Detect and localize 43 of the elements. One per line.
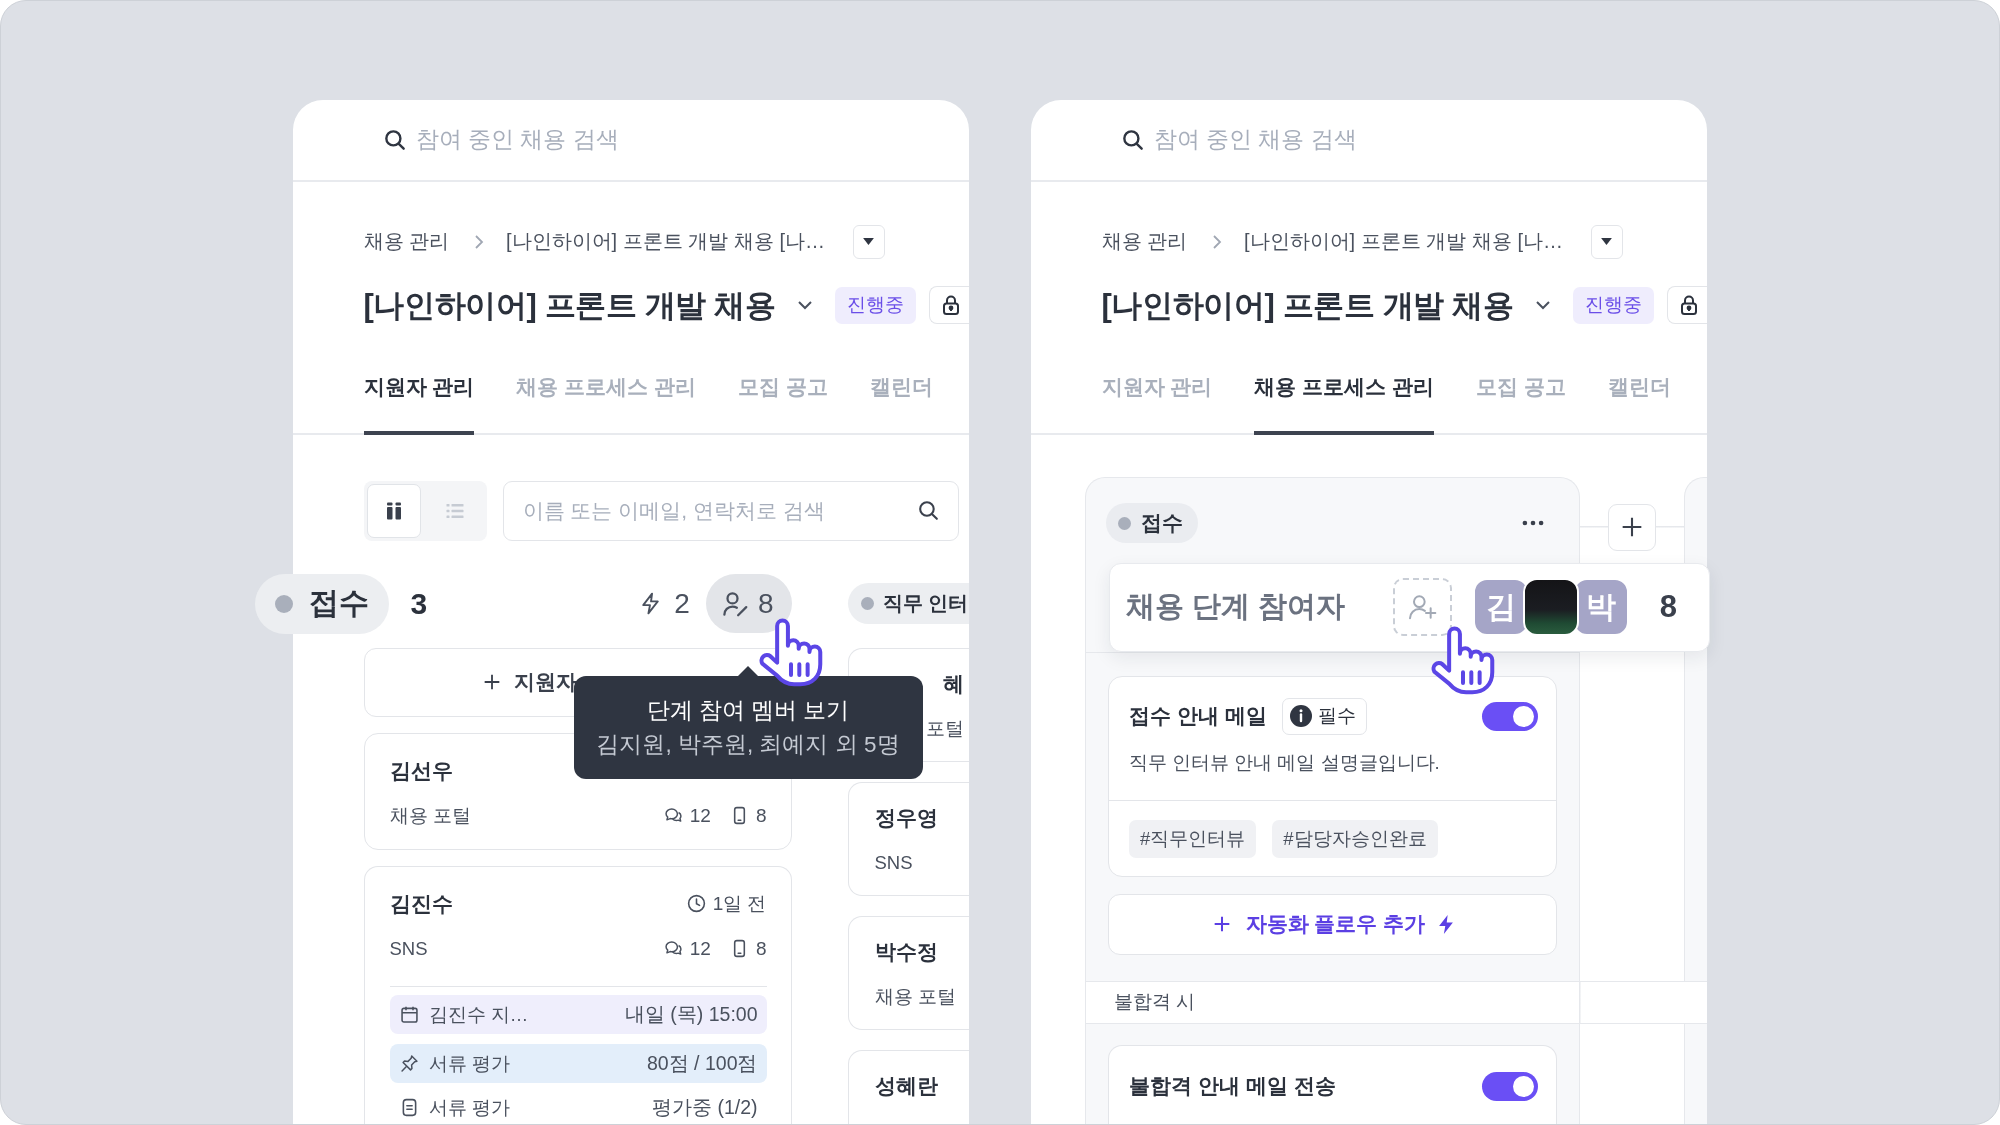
badge-text: 필수	[1317, 704, 1356, 728]
applicant-source: 채용 포털	[389, 804, 471, 828]
automation-title: 불합격 안내 메일 전송	[1129, 1073, 1336, 1099]
item-label: 서류 평가	[428, 1096, 510, 1120]
stage-name: 접수	[308, 585, 369, 621]
applicant-source: 채용 포털	[874, 985, 956, 1009]
item-label: 서류 평가	[428, 1051, 510, 1076]
comment-count: 12	[689, 804, 711, 827]
item-label: 김진수 지…	[428, 1002, 529, 1027]
applicant-source: SNS	[874, 851, 913, 874]
applicant-name: 김진수	[389, 890, 453, 917]
automation-description: 직무 인터뷰 안내 메일 설명글입니다.	[1128, 750, 1441, 775]
phone-count: 8	[755, 804, 767, 827]
participant-count: 8	[1659, 589, 1677, 625]
applicant-source: SNS	[389, 937, 428, 960]
comment-count: 12	[689, 937, 711, 960]
applicant-name: 혜	[942, 670, 964, 697]
section-label: 불합격 시	[1113, 990, 1195, 1014]
item-value: 80점 / 100점	[647, 1050, 758, 1076]
page-title: [나인하이어] 프론트 개발 채용	[1101, 286, 1514, 324]
applicant-count: 3	[410, 586, 428, 621]
applicant-name: 김선우	[389, 757, 453, 784]
applicant-name: 성혜란	[874, 1072, 938, 1099]
breadcrumb-current: [나인하이어] 프론트 개발 채용 [나…	[1244, 229, 1563, 254]
applicant-name: 정우영	[874, 804, 938, 831]
popup-title: 채용 단계 참여자	[1126, 589, 1346, 624]
stage-name: 직무 인터	[882, 591, 969, 616]
tooltip-title: 단계 참여 멤버 보기	[646, 696, 850, 725]
hashtag-label: #직무인터뷰	[1129, 819, 1257, 858]
page-title: [나인하이어] 프론트 개발 채용	[363, 286, 776, 324]
item-value: 평가중 (1/2)	[652, 1095, 758, 1120]
automation-title: 접수 안내 메일	[1129, 703, 1267, 729]
status-badge: 진행중	[1573, 286, 1655, 324]
time-ago: 1일 전	[712, 891, 767, 916]
breadcrumb-current: [나인하이어] 프론트 개발 채용 [나…	[506, 229, 825, 254]
automation-count: 2	[674, 587, 690, 620]
item-value: 내일 (목) 15:00	[624, 1001, 758, 1027]
hashtag-label: #담당자승인완료	[1272, 819, 1438, 858]
stage-name: 접수	[1141, 510, 1183, 536]
applicant-source: 포털	[925, 717, 964, 741]
phone-count: 8	[755, 937, 767, 960]
status-badge: 진행중	[835, 286, 917, 324]
applicant-name: 박수정	[874, 938, 938, 965]
